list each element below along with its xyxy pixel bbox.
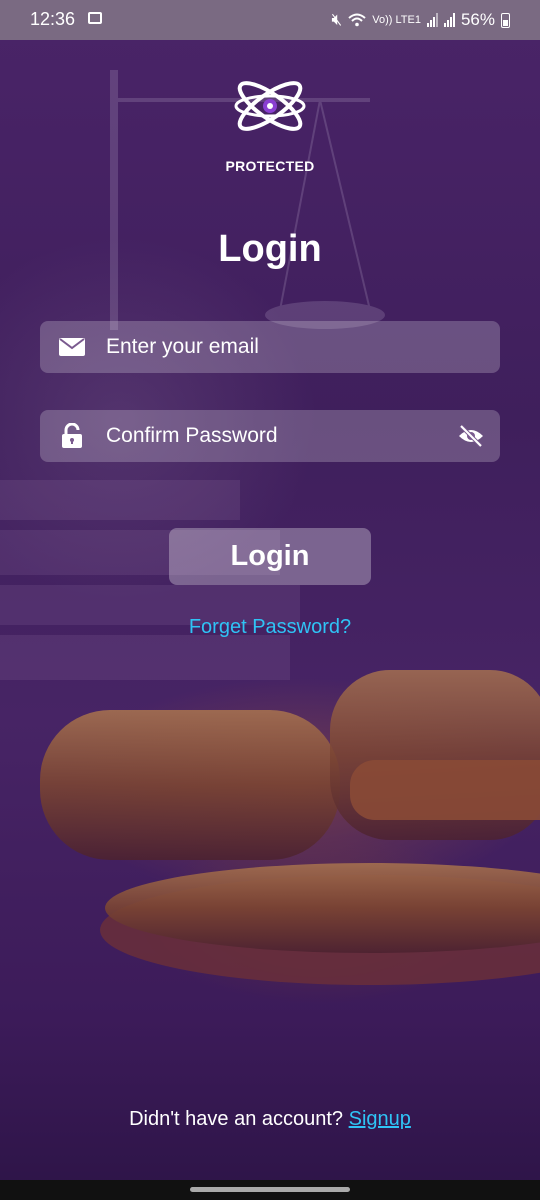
email-input[interactable] [106, 335, 500, 359]
mute-icon: 🔇︎ [331, 10, 343, 29]
battery-icon [501, 12, 510, 28]
navigation-bar [0, 1180, 540, 1200]
image-icon [88, 12, 102, 24]
status-icons: 🔇︎ Vo)) LTE1 56% [332, 10, 510, 30]
signal-icon-2 [443, 13, 455, 27]
email-field[interactable] [40, 321, 500, 373]
network-label: Vo)) LTE1 [372, 14, 421, 26]
login-screen: 12:36 🔇︎ Vo)) LTE1 56% PROTECTED Login E… [0, 0, 540, 1200]
forgot-password-link[interactable]: Forget Password? [0, 616, 540, 639]
wifi-icon [348, 13, 366, 27]
signup-prompt-text: Didn't have an account? [129, 1108, 344, 1130]
home-handle[interactable] [190, 1187, 350, 1192]
signup-link[interactable]: Signup [349, 1108, 411, 1130]
mail-icon [58, 338, 86, 356]
lock-icon [58, 423, 86, 449]
page-title: Login [218, 228, 322, 270]
status-bar: 12:36 🔇︎ Vo)) LTE1 56% [0, 0, 540, 40]
login-button[interactable]: Login [169, 528, 371, 585]
password-field[interactable] [40, 410, 500, 462]
signup-prompt: Didn't have an account? Signup [0, 1108, 540, 1131]
password-input[interactable] [106, 424, 456, 448]
logo-text: PROTECTED [225, 158, 315, 174]
status-time: 12:36 [30, 9, 76, 29]
gavel-background [40, 670, 540, 985]
battery-percent: 56% [460, 10, 495, 29]
signal-icon [426, 13, 438, 27]
atom-logo-icon [234, 81, 306, 131]
eye-off-icon[interactable] [456, 425, 486, 447]
